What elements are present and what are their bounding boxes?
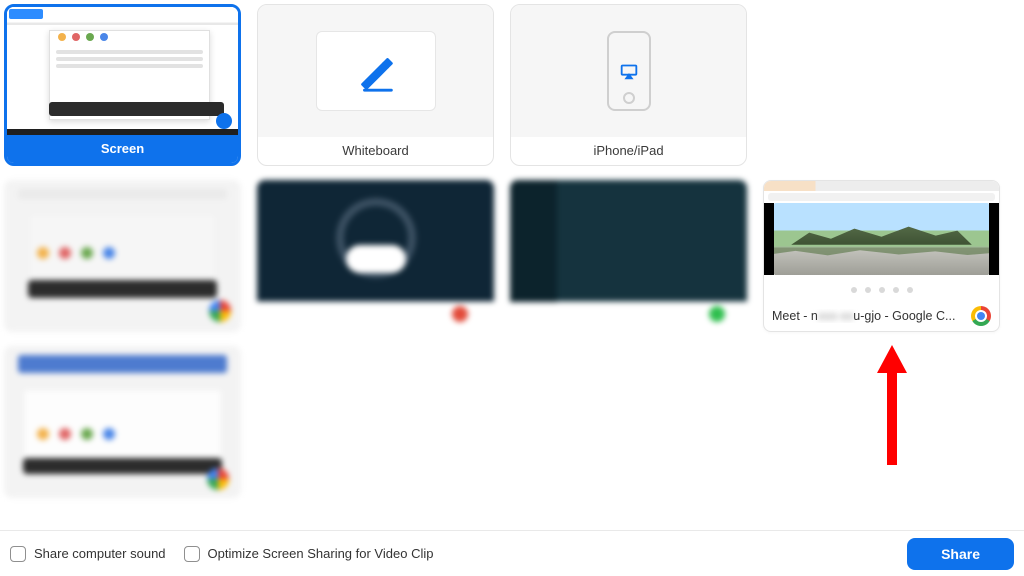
tile-whiteboard-label: Whiteboard bbox=[258, 137, 493, 165]
checkbox-box bbox=[10, 546, 26, 562]
chrome-icon bbox=[209, 300, 231, 322]
checkbox-share-sound[interactable]: Share computer sound bbox=[10, 546, 166, 562]
checkbox-optimize-video-label: Optimize Screen Sharing for Video Clip bbox=[208, 546, 434, 561]
share-source-grid: Screen Whiteboard bbox=[0, 0, 1024, 520]
tile-app-blurred-2[interactable] bbox=[257, 180, 494, 332]
checkbox-share-sound-label: Share computer sound bbox=[34, 546, 166, 561]
tile-google-meet-label: Meet - nxxx-xxu-gjo - Google C... bbox=[764, 301, 999, 331]
tile-app-blurred-3[interactable] bbox=[510, 180, 747, 332]
meet-label-prefix: Meet - n bbox=[772, 309, 818, 323]
checkbox-box bbox=[184, 546, 200, 562]
footer-bar: Share computer sound Optimize Screen Sha… bbox=[0, 530, 1024, 576]
tile-whiteboard[interactable]: Whiteboard bbox=[257, 4, 494, 166]
tile-app-blurred-1[interactable] bbox=[4, 180, 241, 332]
tile-google-meet[interactable]: Meet - nxxx-xxu-gjo - Google C... bbox=[763, 180, 1000, 332]
tile-iphone-label: iPhone/iPad bbox=[511, 137, 746, 165]
meet-label-suffix: u-gjo - Google C... bbox=[853, 309, 955, 323]
chrome-icon bbox=[207, 468, 229, 490]
phone-icon bbox=[607, 31, 651, 111]
pen-icon bbox=[353, 48, 399, 94]
tile-google-meet-preview bbox=[764, 181, 999, 301]
share-button[interactable]: Share bbox=[907, 538, 1014, 570]
chrome-icon bbox=[971, 306, 991, 326]
tile-iphone-ipad[interactable]: iPhone/iPad bbox=[510, 4, 747, 166]
tile-screen-label: Screen bbox=[7, 135, 238, 163]
tile-screen-preview bbox=[7, 7, 238, 135]
tile-app-blurred-4[interactable] bbox=[4, 346, 241, 498]
checkbox-optimize-video[interactable]: Optimize Screen Sharing for Video Clip bbox=[184, 546, 434, 562]
tile-screen[interactable]: Screen bbox=[4, 4, 241, 166]
tile-iphone-preview bbox=[511, 5, 746, 137]
tile-whiteboard-preview bbox=[258, 5, 493, 137]
meet-label-hidden: xxx-xx bbox=[818, 309, 853, 323]
